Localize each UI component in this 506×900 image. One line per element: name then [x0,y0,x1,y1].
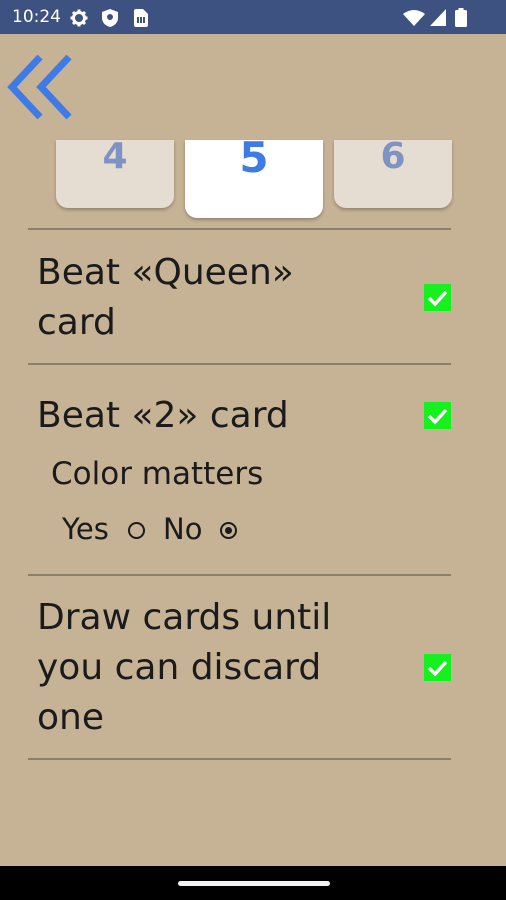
radio-selected-dot [225,527,232,534]
tab-label: 6 [380,136,406,177]
battery-icon [455,8,467,27]
status-bar: 10:24 [0,0,506,34]
beat-queen-checkbox[interactable] [424,284,451,311]
option-label-line: card [37,302,116,343]
tab-6[interactable]: 6 [334,139,452,208]
double-chevron-left-icon [7,54,72,120]
radio-yes[interactable] [128,522,145,539]
divider [28,758,451,760]
gear-icon [70,9,88,27]
divider [28,363,451,365]
checkmark-icon [427,408,448,425]
option-label: Beat «2» card [37,395,289,436]
option-label: Beat «Queen» card [37,248,294,348]
option-label: Draw cards until you can discard one [37,593,331,743]
divider [28,574,451,576]
checkmark-icon [427,660,448,677]
system-nav-bar [0,866,506,900]
back-button[interactable] [6,52,76,122]
beat-2-checkbox[interactable] [424,402,451,429]
status-time: 10:24 [12,7,61,27]
color-matters-label: Color matters [51,456,264,492]
option-label-line: Draw cards until [37,597,332,638]
option-label-line: one [37,697,104,738]
cellular-signal-icon [430,9,446,26]
player-count-tabs: 4 5 6 [56,137,452,220]
option-label-line: Beat «Queen» [37,252,294,293]
radio-no[interactable] [220,522,237,539]
tab-4[interactable]: 4 [56,139,174,208]
divider [28,228,451,230]
home-gesture-handle[interactable] [178,881,330,886]
shield-icon [102,9,118,27]
tab-5[interactable]: 5 [185,137,323,218]
sim-card-icon [134,9,148,27]
draw-until-discard-checkbox[interactable] [424,654,451,681]
radio-yes-label: Yes [62,512,109,546]
tab-label: 4 [102,136,128,177]
checkmark-icon [427,290,448,307]
radio-no-label: No [163,512,203,546]
tab-label: 5 [239,133,269,182]
wifi-icon [403,10,425,26]
option-label-line: you can discard [37,647,322,688]
